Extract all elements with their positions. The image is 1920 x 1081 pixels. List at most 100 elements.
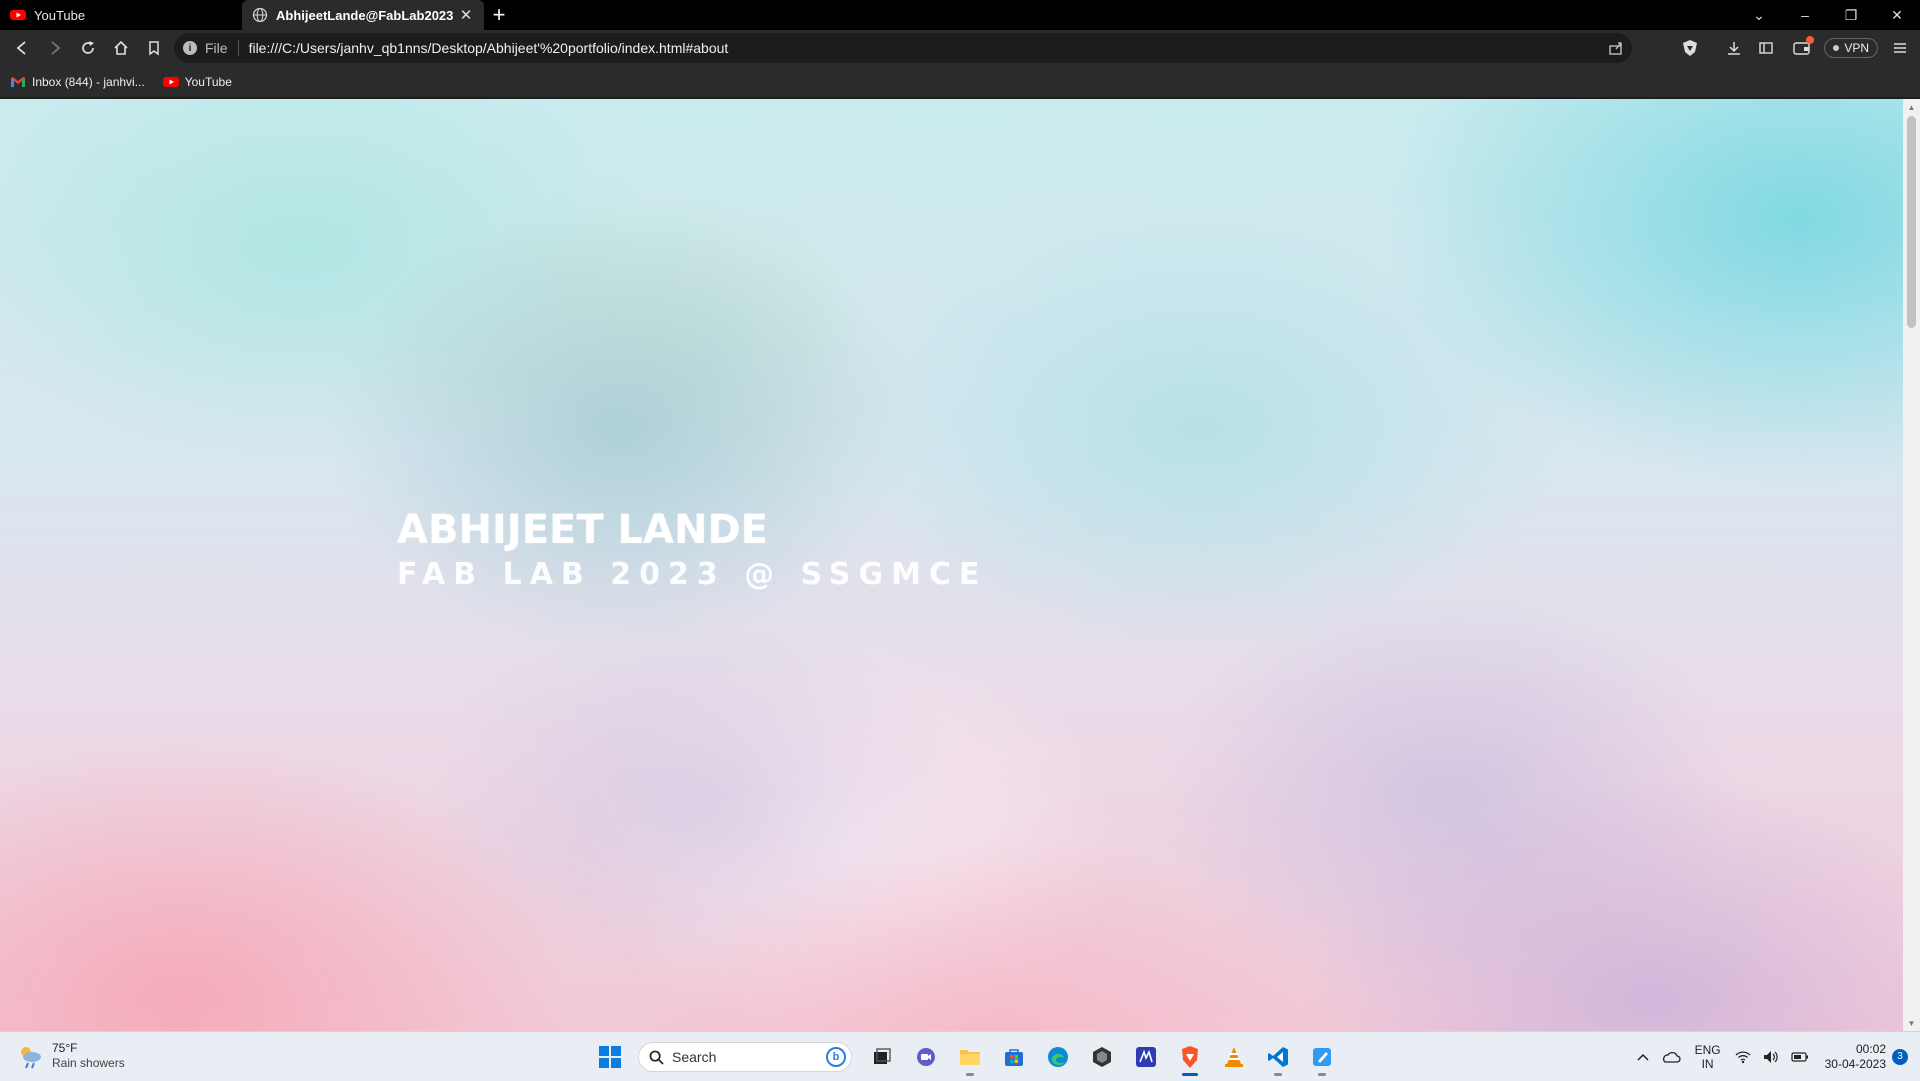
- vlc-cone-icon: [1225, 1047, 1243, 1067]
- vpn-label: VPN: [1844, 41, 1869, 55]
- url-text[interactable]: file:///C:/Users/janhv_qb1nns/Desktop/Ab…: [249, 40, 729, 56]
- minimize-button[interactable]: –: [1782, 0, 1828, 30]
- vpn-status-dot: [1833, 45, 1840, 51]
- forward-arrow-icon: [51, 41, 61, 55]
- page-hero: ABHIJEET LANDE FAB LAB 2023 @ SSGMCE: [0, 99, 1903, 1031]
- weather-widget[interactable]: 75°F Rain showers: [16, 1041, 125, 1071]
- task-view-icon: [874, 1048, 891, 1064]
- start-button[interactable]: [590, 1037, 630, 1077]
- chat-icon: [917, 1048, 935, 1066]
- notification-dot: [1806, 36, 1815, 44]
- youtube-icon: [162, 76, 179, 87]
- vlc-button[interactable]: [1214, 1037, 1254, 1077]
- browser-toolbar: i File file:///C:/Users/janhv_qb1nns/Des…: [0, 30, 1920, 66]
- clock-time: 00:02: [1855, 1041, 1886, 1056]
- running-indicator: [1274, 1073, 1282, 1076]
- onedrive-cloud-icon[interactable]: [1661, 1050, 1681, 1064]
- scheme-label: File: [205, 40, 239, 56]
- mathtype-button[interactable]: [1126, 1037, 1166, 1077]
- sidebar-icon[interactable]: [1750, 32, 1782, 64]
- weather-temp: 75°F: [52, 1041, 78, 1055]
- store-icon: [1005, 1049, 1023, 1066]
- bookmark-button[interactable]: [138, 32, 170, 64]
- clock-date: 30-04-2023: [1824, 1056, 1886, 1071]
- bookmark-gmail[interactable]: Inbox (844) - janhvi...: [10, 74, 145, 90]
- edge-button[interactable]: [1038, 1037, 1078, 1077]
- region-code: IN: [1701, 1056, 1714, 1071]
- show-hidden-icons-chevron-icon[interactable]: [1637, 1052, 1649, 1062]
- tab-search-chevron-icon[interactable]: ⌄: [1736, 0, 1782, 30]
- brave-shields-icon[interactable]: [1674, 32, 1706, 64]
- site-info-icon[interactable]: i: [183, 41, 197, 55]
- close-window-button[interactable]: ✕: [1874, 0, 1920, 30]
- home-icon: [114, 40, 128, 55]
- scroll-down-arrow-icon[interactable]: ▼: [1903, 1015, 1920, 1031]
- vpn-button[interactable]: VPN: [1824, 38, 1878, 58]
- pen-app-icon: [1136, 1047, 1156, 1067]
- tab-strip: YouTube AbhijeetLande@FabLab2023 ✕ + ⌄ –…: [0, 0, 1920, 30]
- running-indicator: [966, 1073, 974, 1076]
- forward-button[interactable]: [39, 32, 71, 64]
- rain-cloud-icon: [21, 1047, 41, 1069]
- close-tab-icon[interactable]: ✕: [458, 6, 474, 24]
- vscode-button[interactable]: [1258, 1037, 1298, 1077]
- teams-chat-button[interactable]: [906, 1037, 946, 1077]
- clock[interactable]: 00:02 30-04-2023: [1825, 1042, 1886, 1072]
- folder-icon: [960, 1050, 980, 1065]
- taskbar-apps: Search b: [588, 1036, 1344, 1078]
- unity-button[interactable]: [1082, 1037, 1122, 1077]
- weather-condition: Rain showers: [52, 1056, 125, 1070]
- search-label: Search: [672, 1049, 717, 1065]
- unity-hub-icon: [1093, 1047, 1111, 1067]
- paint-icon: [1313, 1048, 1331, 1066]
- new-tab-button[interactable]: +: [484, 0, 514, 30]
- wifi-icon[interactable]: [1735, 1050, 1751, 1064]
- file-explorer-button[interactable]: [950, 1037, 990, 1077]
- brave-button[interactable]: [1170, 1037, 1210, 1077]
- language-indicator[interactable]: ENG IN: [1695, 1043, 1721, 1071]
- address-bar[interactable]: i File file:///C:/Users/janhv_qb1nns/Des…: [174, 33, 1632, 63]
- brave-lion-icon: [1182, 1046, 1198, 1068]
- scrollbar-thumb[interactable]: [1907, 116, 1916, 328]
- taskbar-search[interactable]: Search b: [638, 1042, 852, 1072]
- hero-subtitle: FAB LAB 2023 @ SSGMCE: [397, 557, 988, 592]
- bookmark-youtube[interactable]: YouTube: [162, 74, 232, 90]
- bookmark-label: YouTube: [184, 74, 232, 89]
- battery-icon[interactable]: [1791, 1051, 1809, 1063]
- page-scrollbar[interactable]: ▲ ▼: [1903, 99, 1920, 1031]
- task-view-button[interactable]: [862, 1037, 902, 1077]
- gmail-icon: [11, 76, 25, 87]
- tab-title: AbhijeetLande@FabLab2023: [276, 7, 454, 23]
- youtube-icon: [10, 10, 26, 20]
- globe-icon: [252, 7, 268, 23]
- bookmark-icon: [149, 41, 159, 56]
- running-indicator: [1318, 1073, 1326, 1076]
- hero-name: ABHIJEET LANDE: [397, 507, 768, 553]
- store-button[interactable]: [994, 1037, 1034, 1077]
- restore-button[interactable]: ❐: [1828, 0, 1874, 30]
- language-code: ENG: [1694, 1042, 1721, 1057]
- tab-portfolio[interactable]: AbhijeetLande@FabLab2023 ✕: [242, 0, 484, 30]
- edge-icon: [1048, 1047, 1068, 1067]
- download-icon[interactable]: [1718, 32, 1750, 64]
- home-button[interactable]: [105, 32, 137, 64]
- windows-taskbar: 75°F Rain showers Search b ENG IN 00:02 …: [0, 1031, 1920, 1081]
- tab-youtube[interactable]: YouTube: [0, 0, 242, 30]
- search-icon: [649, 1050, 664, 1065]
- active-indicator: [1182, 1073, 1198, 1076]
- scroll-up-arrow-icon[interactable]: ▲: [1903, 99, 1920, 115]
- vscode-icon: [1268, 1047, 1288, 1067]
- paint-button[interactable]: [1302, 1037, 1342, 1077]
- back-button[interactable]: [6, 32, 38, 64]
- share-icon[interactable]: [1608, 40, 1624, 59]
- window-controls: ⌄ – ❐ ✕: [1736, 0, 1920, 30]
- windows-logo-icon: [599, 1046, 621, 1068]
- system-tray: ENG IN 00:02 30-04-2023 3: [1631, 1032, 1920, 1081]
- reload-button[interactable]: [72, 32, 104, 64]
- notification-badge[interactable]: 3: [1892, 1048, 1908, 1065]
- volume-icon[interactable]: [1763, 1050, 1779, 1064]
- bing-icon[interactable]: b: [826, 1047, 846, 1067]
- wallet-icon[interactable]: [1786, 32, 1818, 64]
- menu-icon[interactable]: [1884, 32, 1916, 64]
- tab-title: YouTube: [34, 7, 86, 23]
